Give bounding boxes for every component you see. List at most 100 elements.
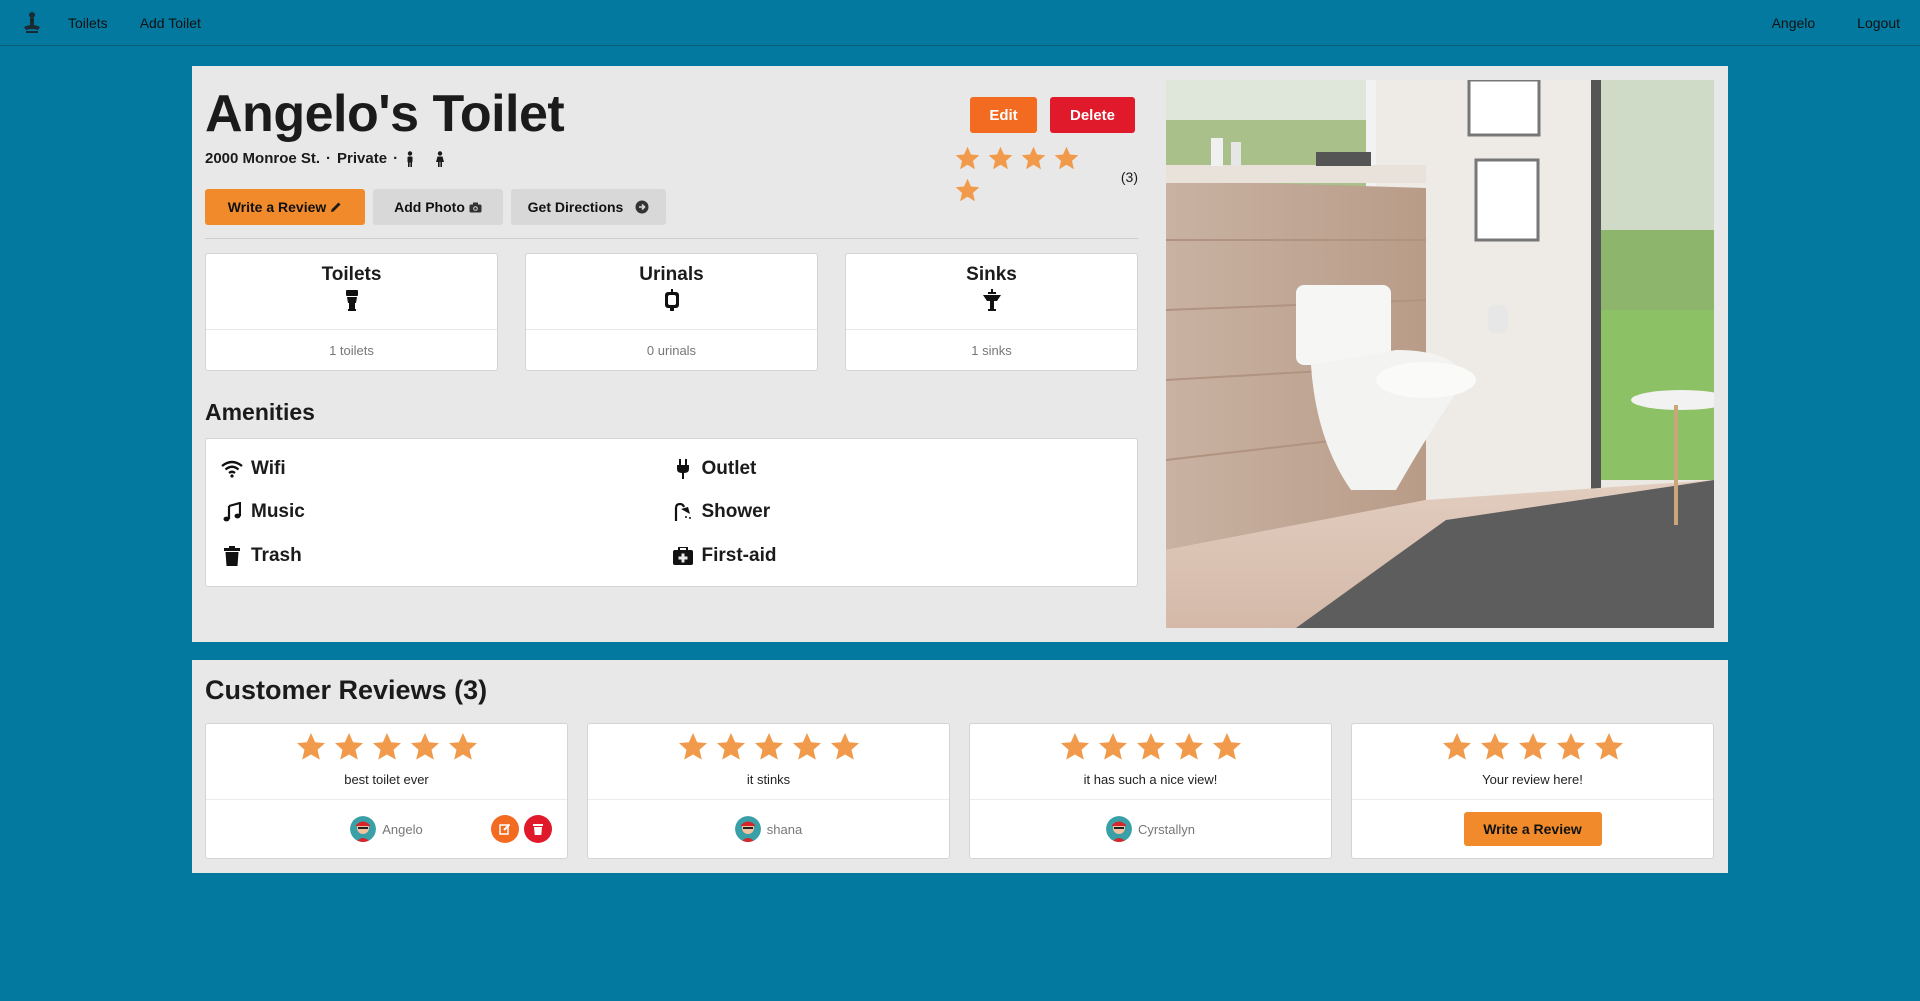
star-icon [754,733,783,760]
review-username: Angelo [382,821,423,837]
toilet-address: 2000 Monroe St. [205,150,321,167]
get-directions-label: Get Directions [527,199,624,215]
review-card: best toilet ever Angelo [205,723,568,859]
star-icon [1594,733,1623,760]
amenities-list: Wifi Outlet Music Shower Trash First-aid [205,438,1138,587]
star-icon [1021,146,1046,170]
nav-user-link[interactable]: Angelo [1772,15,1816,31]
trash-icon [533,824,543,835]
star-icon [955,178,980,202]
divider [205,238,1138,239]
add-photo-button[interactable]: Add Photo [373,189,503,225]
avatar [350,816,377,842]
urinals-count-label: Urinals [639,264,704,285]
review-card: it has such a nice view! Cyrstallyn [969,723,1332,859]
customer-reviews-panel: Customer Reviews (3) best toilet ever An… [192,660,1728,873]
star-icon [1098,733,1127,760]
first-aid-icon [672,545,694,567]
sinks-count-card: Sinks 1 sinks [845,253,1138,371]
toilets-count-card: Toilets 1 toilets [205,253,498,371]
amenity-trash: Trash [221,534,672,578]
edit-icon [499,823,511,835]
male-icon [404,150,416,167]
star-icon [955,146,980,170]
star-icon [448,733,477,760]
nav-link-toilets[interactable]: Toilets [68,15,108,31]
urinal-icon [664,289,679,311]
amenities-heading: Amenities [205,399,315,425]
edit-button[interactable]: Edit [970,97,1037,133]
review-text: it stinks [746,772,791,787]
toilet-photo [1166,80,1714,628]
toilet-person-icon[interactable] [20,9,44,37]
review-username: shana [766,821,803,837]
female-icon [434,150,446,167]
amenity-label: Wifi [251,457,286,479]
nav-logout-link[interactable]: Logout [1857,15,1900,31]
new-review-card: Your review here! Write a Review [1351,723,1714,859]
amenity-first-aid: First-aid [672,534,1123,578]
star-icon [830,733,859,760]
delete-review-button[interactable] [524,815,552,843]
amenity-label: First-aid [701,545,777,567]
edit-review-button[interactable] [491,815,519,843]
urinals-count-card: Urinals 0 urinals [525,253,818,371]
plug-icon [672,458,694,480]
star-icon [296,733,325,760]
amenity-label: Shower [701,501,771,523]
avatar [1105,816,1132,842]
fixture-counts: Toilets 1 toilets Urinals 0 urinals Sink… [205,253,1138,371]
amenity-label: Outlet [701,457,757,479]
camera-icon [469,202,482,212]
amenity-outlet: Outlet [672,447,1123,491]
amenity-shower: Shower [672,491,1123,535]
amenity-wifi: Wifi [221,447,672,491]
review-text: it has such a nice view! [1083,772,1218,787]
star-icon [1556,733,1585,760]
rating-stars [948,145,1113,209]
star-icon [1174,733,1203,760]
top-nav: Toilets Add Toilet Angelo Logout [0,0,1920,46]
write-review-button[interactable]: Write a Review [205,189,365,225]
toilet-icon [345,290,358,311]
wifi-icon [221,458,243,480]
reviews-list: best toilet ever Angelo it stinks shana … [205,723,1714,859]
star-icon [1212,733,1241,760]
add-photo-label: Add Photo [394,199,465,215]
star-icon [1442,733,1471,760]
review-username: Cyrstallyn [1137,821,1196,837]
toilet-access: Private [337,150,388,167]
new-review-stars[interactable] [1438,731,1628,768]
star-icon [1054,146,1079,170]
amenity-music: Music [221,491,672,535]
star-icon [1480,733,1509,760]
star-icon [1060,733,1089,760]
new-review-prompt: Your review here! [1482,772,1583,787]
star-icon [792,733,821,760]
rating-count: (3) [1120,169,1138,185]
write-review-card-button[interactable]: Write a Review [1463,812,1602,846]
write-review-label: Write a Review [227,199,327,215]
pencil-icon [331,202,341,212]
star-icon [988,146,1013,170]
star-icon [372,733,401,760]
review-text: best toilet ever [344,772,429,787]
toilets-count-value: 1 toilets [329,342,374,358]
sinks-count-value: 1 sinks [971,342,1012,358]
star-icon [1518,733,1547,760]
review-stars [1056,731,1246,768]
review-stars [674,731,864,768]
music-icon [221,501,243,523]
toilets-count-label: Toilets [321,264,382,285]
delete-button[interactable]: Delete [1050,97,1135,133]
star-icon [334,733,363,760]
amenity-label: Trash [251,545,302,567]
arrow-circle-right-icon [635,200,649,214]
toilet-rating: (3) [948,145,1138,209]
toilet-info: Angelo's Toilet 2000 Monroe St. · Privat… [205,66,1138,587]
urinals-count-value: 0 urinals [646,342,697,358]
get-directions-button[interactable]: Get Directions [511,189,666,225]
nav-link-add-toilet[interactable]: Add Toilet [140,15,201,31]
star-icon [678,733,707,760]
avatar [734,816,761,842]
